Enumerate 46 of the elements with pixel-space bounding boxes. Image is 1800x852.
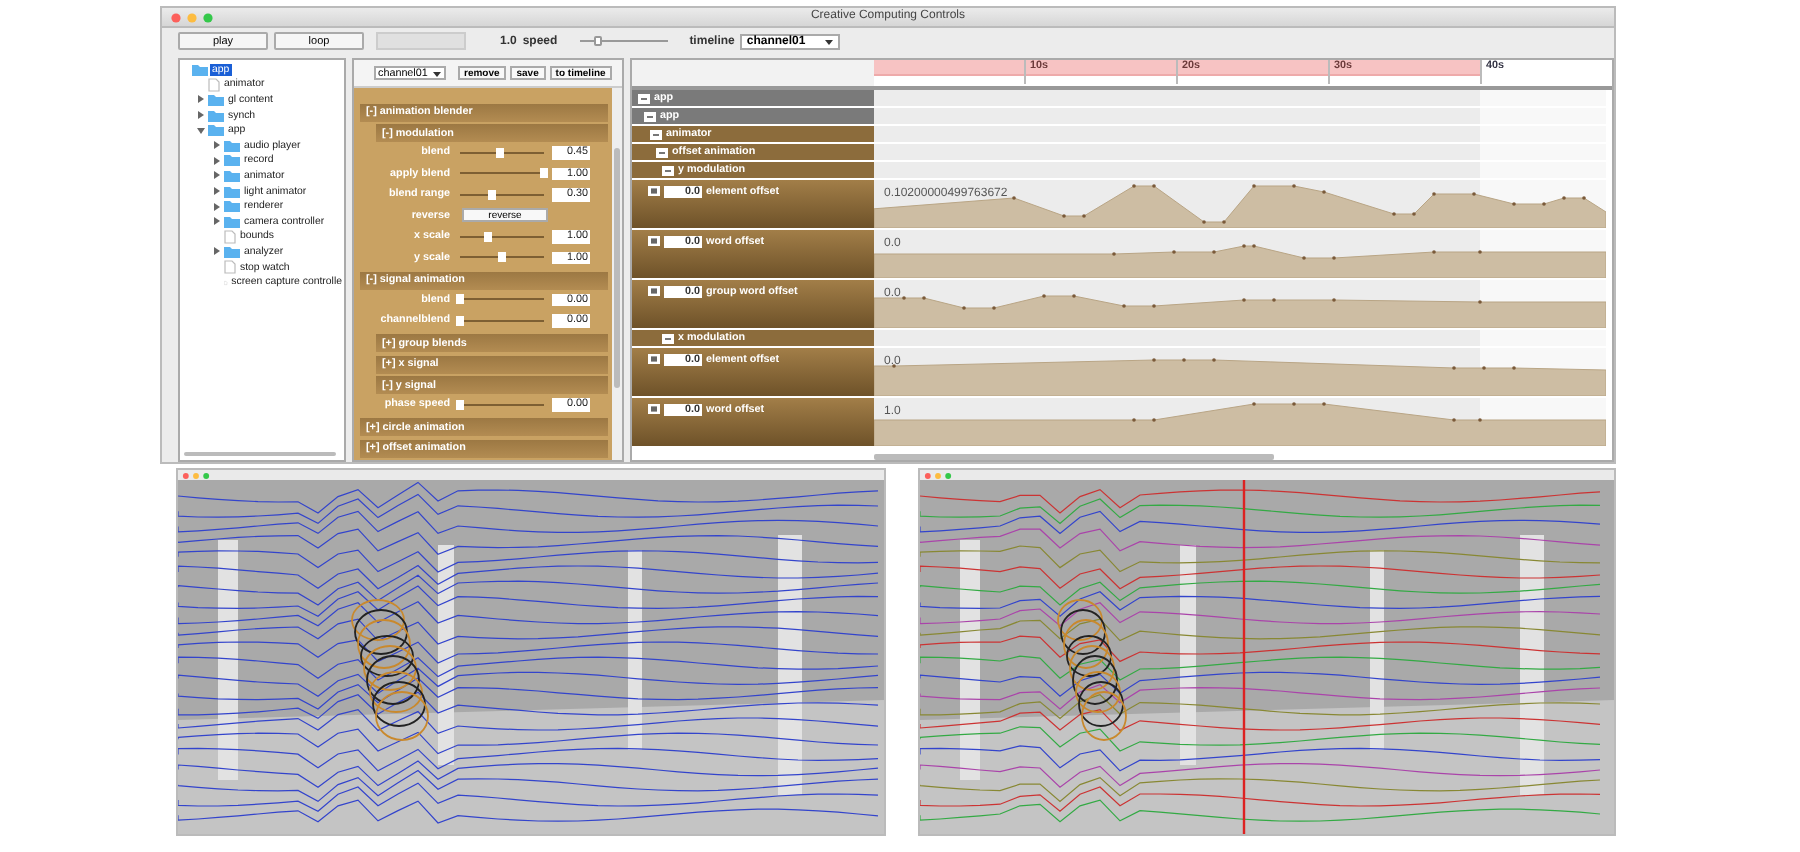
collapse-box-icon xyxy=(662,165,674,175)
slider-thumb[interactable] xyxy=(483,231,492,242)
collapse-box-icon xyxy=(650,129,662,139)
expand-arrow-icon[interactable] xyxy=(212,186,222,197)
dropdown-caret-icon xyxy=(432,69,442,77)
slider[interactable] xyxy=(460,168,544,179)
collapse-box-icon xyxy=(638,93,650,103)
slider-thumb[interactable] xyxy=(456,399,464,410)
expand-arrow-icon[interactable] xyxy=(212,246,222,257)
slider[interactable] xyxy=(460,399,544,410)
expand-arrow-icon[interactable] xyxy=(212,216,222,227)
expand-arrow-icon[interactable] xyxy=(212,201,222,212)
document-icon xyxy=(208,77,220,92)
keyframe-toggle-icon xyxy=(648,354,660,364)
folder-icon xyxy=(224,245,240,258)
slider-thumb[interactable] xyxy=(487,189,496,200)
slider-thumb[interactable] xyxy=(496,147,505,158)
expand-arrow-icon[interactable] xyxy=(212,140,222,151)
slider[interactable] xyxy=(460,294,544,305)
expand-arrow-icon[interactable] xyxy=(212,155,222,166)
keyframe-toggle-icon xyxy=(648,186,660,196)
horizontal-scrollbar[interactable] xyxy=(874,454,1274,460)
keyframe-toggle-icon xyxy=(648,236,660,246)
document-icon xyxy=(224,229,236,244)
window-buttons-icon xyxy=(170,11,214,23)
slider-thumb[interactable] xyxy=(498,252,506,263)
vertical-scrollbar[interactable] xyxy=(612,88,622,460)
folder-icon xyxy=(192,63,208,76)
window-buttons-icon xyxy=(924,471,952,479)
slider[interactable] xyxy=(460,315,544,326)
collapse-box-icon xyxy=(656,147,668,157)
expand-arrow-icon[interactable] xyxy=(196,110,206,121)
window-buttons-icon xyxy=(182,471,210,479)
collapse-box-icon xyxy=(662,333,674,343)
keyframe-toggle-icon xyxy=(648,286,660,296)
expand-arrow-icon[interactable] xyxy=(196,125,206,136)
expand-arrow-icon[interactable] xyxy=(212,170,222,181)
expand-arrow-icon[interactable] xyxy=(196,94,206,105)
slider-thumb[interactable] xyxy=(540,168,548,179)
slider-thumb[interactable] xyxy=(456,315,464,326)
collapse-box-icon xyxy=(644,111,656,121)
dropdown-caret-icon xyxy=(824,37,835,45)
slider-thumb[interactable] xyxy=(594,36,603,46)
horizontal-scrollbar[interactable] xyxy=(184,452,336,456)
keyframe-toggle-icon xyxy=(648,404,660,414)
slider-thumb[interactable] xyxy=(456,294,464,305)
